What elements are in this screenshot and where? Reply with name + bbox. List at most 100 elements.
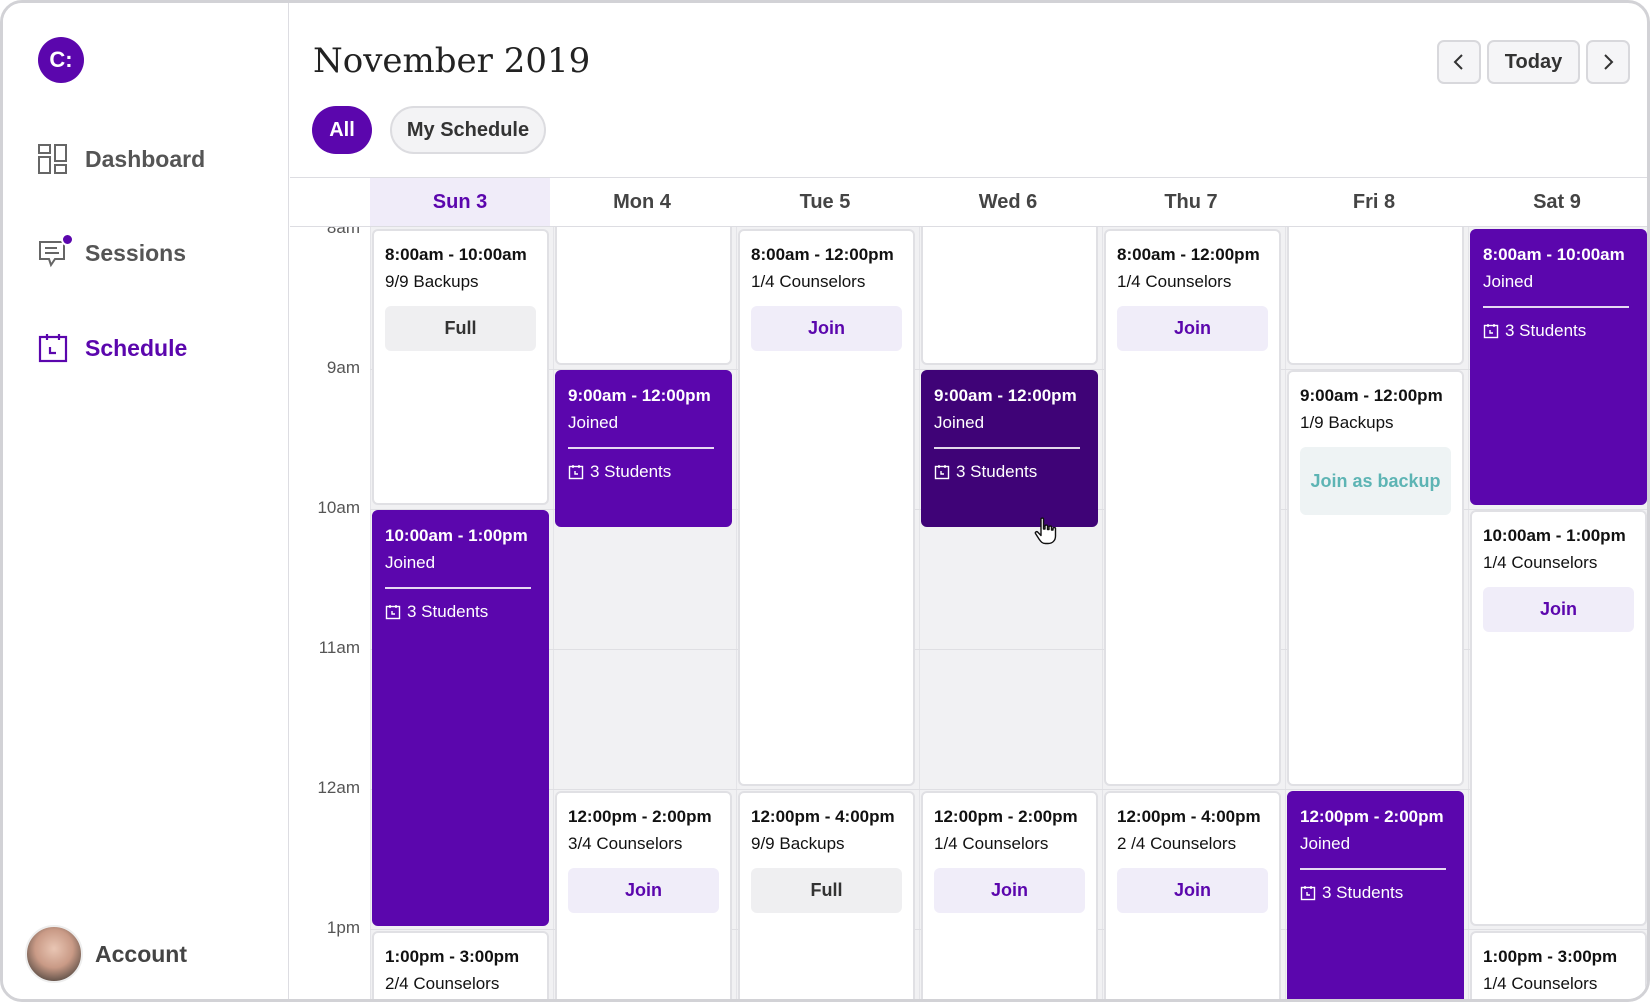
- next-week-button[interactable]: [1586, 40, 1630, 84]
- students-label: 3 Students: [590, 462, 672, 481]
- filter-all-button[interactable]: All: [312, 106, 372, 154]
- event-card[interactable]: 1:00pm - 3:00pm 2/4 Counselors: [372, 931, 549, 999]
- event-card[interactable]: 12:00pm - 4:00pm 2 /4 Counselors Join: [1104, 791, 1281, 999]
- event-time: 8:00am - 12:00pm: [1117, 245, 1260, 264]
- event-card-empty[interactable]: [1287, 217, 1464, 365]
- event-card[interactable]: 12:00pm - 2:00pm 1/4 Counselors Join: [921, 791, 1098, 999]
- divider: [568, 447, 714, 449]
- event-card[interactable]: 12:00pm - 4:00pm 9/9 Backups Full: [738, 791, 915, 999]
- sidebar-item-label: Sessions: [85, 239, 186, 266]
- divider: [934, 447, 1080, 449]
- day-header[interactable]: Tue 5: [735, 178, 915, 226]
- prev-week-button[interactable]: [1437, 40, 1481, 84]
- event-status: 1/4 Counselors: [934, 834, 1049, 853]
- divider: [385, 587, 531, 589]
- event-time: 1:00pm - 3:00pm: [1483, 947, 1618, 966]
- full-button: Full: [751, 868, 902, 913]
- calendar-icon: [568, 465, 584, 480]
- event-time: 9:00am - 12:00pm: [934, 386, 1077, 405]
- sidebar-item-sessions[interactable]: Sessions: [37, 233, 186, 273]
- event-time: 9:00am - 12:00pm: [568, 386, 711, 405]
- sidebar-item-dashboard[interactable]: Dashboard: [37, 139, 205, 179]
- time-label: 10am: [317, 498, 360, 517]
- join-button[interactable]: Join: [751, 306, 902, 351]
- students-label: 3 Students: [1505, 321, 1587, 340]
- hand-cursor-icon: [1034, 517, 1057, 545]
- join-as-backup-button[interactable]: Join as backup: [1300, 447, 1451, 515]
- event-time: 1:00pm - 3:00pm: [385, 947, 520, 966]
- calendar-body: 8am 9am 10am 11am 12am 1pm 8:00am - 10:0…: [290, 217, 1647, 999]
- filter-my-schedule-button[interactable]: My Schedule: [390, 106, 546, 154]
- sidebar: C: Dashboard Sessions Schedule Account: [3, 3, 289, 999]
- event-card[interactable]: 12:00pm - 2:00pm 3/4 Counselors Join: [555, 791, 732, 999]
- sidebar-item-label: Schedule: [85, 334, 188, 361]
- event-card-empty[interactable]: [555, 217, 732, 365]
- avatar: [25, 925, 83, 983]
- calendar-grid: Sun 3 Mon 4 Tue 5 Wed 6 Thu 7 Fri 8 Sat …: [290, 177, 1647, 999]
- calendar-icon: [385, 605, 401, 620]
- event-status: 9/9 Backups: [751, 834, 845, 853]
- students-count: 3 Students: [385, 602, 537, 622]
- event-status: 1/4 Counselors: [1483, 553, 1598, 572]
- event-status: Joined: [568, 413, 619, 432]
- event-time: 12:00pm - 4:00pm: [751, 807, 895, 826]
- time-label: 11am: [318, 638, 360, 657]
- day-header[interactable]: Mon 4: [552, 178, 732, 226]
- dashboard-icon: [37, 142, 71, 176]
- day-header-today[interactable]: Sun 3: [370, 178, 550, 226]
- event-status: 1/4 Counselors: [1483, 974, 1598, 993]
- join-button[interactable]: Join: [568, 868, 719, 913]
- join-button[interactable]: Join: [1117, 306, 1268, 351]
- today-button[interactable]: Today: [1487, 40, 1580, 84]
- day-header[interactable]: Wed 6: [918, 178, 1098, 226]
- calendar-icon: [1300, 886, 1316, 901]
- day-header[interactable]: Sat 9: [1467, 178, 1647, 226]
- event-card-joined[interactable]: 10:00am - 1:00pm Joined 3 Students: [372, 510, 549, 926]
- event-card[interactable]: 10:00am - 1:00pm 1/4 Counselors Join: [1470, 510, 1647, 926]
- event-card[interactable]: 1:00pm - 3:00pm 1/4 Counselors: [1470, 931, 1647, 999]
- account-label: Account: [95, 940, 187, 967]
- event-time: 12:00pm - 4:00pm: [1117, 807, 1261, 826]
- event-time: 12:00pm - 2:00pm: [934, 807, 1078, 826]
- event-card-empty[interactable]: [921, 217, 1098, 365]
- students-label: 3 Students: [407, 602, 489, 621]
- full-button: Full: [385, 306, 536, 351]
- day-header[interactable]: Fri 8: [1284, 178, 1464, 226]
- event-status: 1/4 Counselors: [1117, 272, 1232, 291]
- event-card-joined[interactable]: 8:00am - 10:00am Joined 3 Students: [1470, 229, 1647, 505]
- logo[interactable]: C:: [38, 37, 84, 83]
- event-time: 8:00am - 10:00am: [1483, 245, 1625, 264]
- event-time: 10:00am - 1:00pm: [385, 526, 528, 545]
- notification-dot: [61, 233, 74, 246]
- event-card[interactable]: 9:00am - 12:00pm 1/9 Backups Join as bac…: [1287, 370, 1464, 786]
- time-label: 1pm: [326, 918, 360, 937]
- sidebar-item-schedule[interactable]: Schedule: [37, 328, 187, 368]
- account-button[interactable]: Account: [25, 925, 187, 983]
- calendar-icon: [934, 465, 950, 480]
- students-label: 3 Students: [956, 462, 1038, 481]
- join-button[interactable]: Join: [1117, 868, 1268, 913]
- sidebar-item-label: Dashboard: [85, 145, 206, 172]
- event-card[interactable]: 8:00am - 12:00pm 1/4 Counselors Join: [1104, 229, 1281, 786]
- event-card-joined[interactable]: 9:00am - 12:00pm Joined 3 Students: [555, 370, 732, 527]
- day-header[interactable]: Thu 7: [1101, 178, 1281, 226]
- event-status: 9/9 Backups: [385, 272, 479, 291]
- event-card-joined[interactable]: 12:00pm - 2:00pm Joined 3 Students: [1287, 791, 1464, 999]
- page-title: November 2019: [313, 41, 591, 81]
- students-count: 3 Students: [568, 462, 720, 482]
- event-card[interactable]: 8:00am - 12:00pm 1/4 Counselors Join: [738, 229, 915, 786]
- divider: [1483, 306, 1629, 308]
- join-button[interactable]: Join: [1483, 587, 1634, 632]
- event-card[interactable]: 8:00am - 10:00am 9/9 Backups Full: [372, 229, 549, 505]
- event-card-joined-hover[interactable]: 9:00am - 12:00pm Joined 3 Students: [921, 370, 1098, 527]
- calendar-icon: [1483, 324, 1499, 339]
- join-button[interactable]: Join: [934, 868, 1085, 913]
- time-label: 9am: [326, 358, 360, 377]
- event-status: 2/4 Counselors: [385, 974, 500, 993]
- event-time: 8:00am - 12:00pm: [751, 245, 894, 264]
- event-time: 9:00am - 12:00pm: [1300, 386, 1443, 405]
- students-count: 3 Students: [1483, 321, 1635, 341]
- event-status: 1/9 Backups: [1300, 413, 1394, 432]
- event-status: Joined: [934, 413, 985, 432]
- schedule-icon: [37, 331, 71, 365]
